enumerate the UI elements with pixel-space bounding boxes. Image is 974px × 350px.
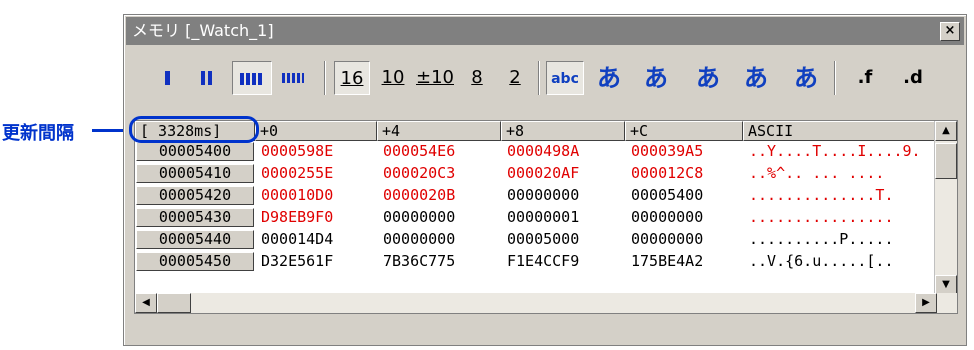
unicode-display-button[interactable]: あ: [734, 61, 778, 95]
horizontal-scrollbar[interactable]: ◀ ▶: [135, 293, 957, 313]
unicode-icon: あ: [744, 64, 768, 92]
value-cell[interactable]: 0000598E: [261, 142, 333, 160]
float-label: .f: [857, 67, 873, 88]
address-cell[interactable]: 00005400: [136, 142, 254, 161]
extended-display-button[interactable]: あ: [784, 61, 828, 95]
value-cell[interactable]: 00000000: [631, 230, 703, 248]
value-cell[interactable]: 00000000: [507, 186, 579, 204]
toolbar: 16 10 ±10 8 2 abc あ あ あ あ あ .f .d: [126, 55, 964, 99]
column-header-4[interactable]: +4: [377, 121, 501, 141]
view-1-column-button[interactable]: [154, 61, 182, 95]
value-cell[interactable]: 00005400: [631, 186, 703, 204]
window-titlebar[interactable]: メモリ [_Watch_1] ×: [126, 17, 964, 45]
sjis-icon: あ: [597, 64, 621, 92]
two-bar-icon: [200, 71, 205, 85]
column-header-8[interactable]: +8: [501, 121, 625, 141]
address-cell[interactable]: 00005420: [136, 186, 254, 205]
radix-octal-label: 8: [471, 67, 483, 88]
radix-hex-label: 16: [340, 68, 364, 89]
double-display-button[interactable]: .d: [892, 61, 934, 95]
value-cell[interactable]: D98EB9F0: [261, 208, 333, 226]
vertical-scrollbar[interactable]: ▲ ▼: [934, 121, 957, 295]
scroll-left-button[interactable]: ◀: [135, 293, 157, 313]
radix-octal-button[interactable]: 8: [462, 61, 492, 95]
value-cell[interactable]: D32E561F: [261, 252, 333, 270]
euc-display-button[interactable]: あ: [686, 61, 730, 95]
radix-hex-button[interactable]: 16: [334, 61, 370, 95]
vertical-scroll-thumb[interactable]: [935, 143, 957, 179]
window-title: メモリ [_Watch_1]: [132, 21, 274, 40]
address-cell[interactable]: 00005450: [136, 252, 254, 271]
value-cell[interactable]: 0000020B: [383, 186, 455, 204]
double-label: .d: [903, 67, 923, 88]
sjis-display-button[interactable]: あ: [588, 61, 630, 95]
value-cell[interactable]: 00000001: [507, 208, 579, 226]
radix-signed-decimal-button[interactable]: ±10: [414, 61, 456, 95]
address-cell[interactable]: 00005410: [136, 164, 254, 183]
extended-kana-icon: あ: [794, 64, 818, 92]
scroll-up-button[interactable]: ▲: [935, 121, 957, 141]
ascii-cell[interactable]: ..Y....T....I....9.: [749, 142, 937, 160]
value-cell[interactable]: 00000000: [383, 230, 455, 248]
radix-binary-label: 2: [509, 67, 521, 88]
refresh-interval-highlight: [129, 116, 259, 143]
radix-decimal-button[interactable]: 10: [376, 61, 410, 95]
scroll-right-button[interactable]: ▶: [915, 293, 937, 313]
memory-window: メモリ [_Watch_1] × 16 10 ±10 8 2 abc あ あ あ…: [123, 14, 967, 346]
ascii-display-button[interactable]: abc: [546, 61, 584, 95]
view-4-column-button[interactable]: [232, 61, 272, 95]
value-cell[interactable]: 000014D4: [261, 230, 333, 248]
view-8-column-button[interactable]: [276, 61, 312, 95]
value-cell[interactable]: 000010D0: [261, 186, 333, 204]
toolbar-separator: [834, 61, 836, 95]
value-cell[interactable]: 0000255E: [261, 164, 333, 182]
value-cell[interactable]: 000054E6: [383, 142, 455, 160]
ascii-cell[interactable]: ................: [749, 208, 937, 226]
ascii-column-header[interactable]: ASCII: [743, 121, 937, 141]
value-cell[interactable]: 000039A5: [631, 142, 703, 160]
toolbar-separator: [324, 61, 326, 95]
value-cell[interactable]: 00000000: [383, 208, 455, 226]
jis-display-button[interactable]: あ: [636, 61, 676, 95]
value-cell[interactable]: 000020C3: [383, 164, 455, 182]
one-bar-icon: [164, 71, 170, 85]
ascii-cell[interactable]: ..........P.....: [749, 230, 937, 248]
horizontal-scroll-thumb[interactable]: [157, 293, 191, 313]
address-cell[interactable]: 00005440: [136, 230, 254, 249]
value-cell[interactable]: 000020AF: [507, 164, 579, 182]
scroll-down-button[interactable]: ▼: [935, 275, 957, 295]
value-cell[interactable]: 00005000: [507, 230, 579, 248]
close-icon: ×: [944, 23, 956, 38]
value-cell[interactable]: 000012C8: [631, 164, 703, 182]
column-header-0[interactable]: +0: [255, 121, 377, 141]
radix-binary-button[interactable]: 2: [500, 61, 530, 95]
float-display-button[interactable]: .f: [844, 61, 886, 95]
toolbar-separator: [538, 61, 540, 95]
column-header-c[interactable]: +C: [625, 121, 743, 141]
callout-label: 更新間隔: [2, 123, 74, 144]
view-2-column-button[interactable]: [190, 61, 224, 95]
eight-bar-icon: [282, 73, 304, 83]
memory-grid: [ 3328ms] +0 +4 +8 +C ASCII 00005400 0000…: [134, 120, 958, 314]
ascii-cell[interactable]: ..%^.. ... ....: [749, 164, 937, 182]
value-cell[interactable]: 7B36C775: [383, 252, 455, 270]
four-bar-icon: [240, 73, 262, 85]
ascii-cell[interactable]: ..............T.: [749, 186, 937, 204]
close-button[interactable]: ×: [940, 22, 960, 41]
value-cell[interactable]: 175BE4A2: [631, 252, 703, 270]
value-cell[interactable]: 0000498A: [507, 142, 579, 160]
address-cell[interactable]: 00005430: [136, 208, 254, 227]
euc-icon: あ: [696, 64, 720, 92]
value-cell[interactable]: F1E4CCF9: [507, 252, 579, 270]
jis-icon: あ: [644, 64, 668, 92]
value-cell[interactable]: 00000000: [631, 208, 703, 226]
radix-signed-label: ±10: [416, 67, 454, 88]
ascii-cell[interactable]: ..V.{6.u.....[..: [749, 252, 937, 270]
radix-decimal-label: 10: [381, 67, 405, 88]
ascii-label: abc: [551, 71, 579, 87]
